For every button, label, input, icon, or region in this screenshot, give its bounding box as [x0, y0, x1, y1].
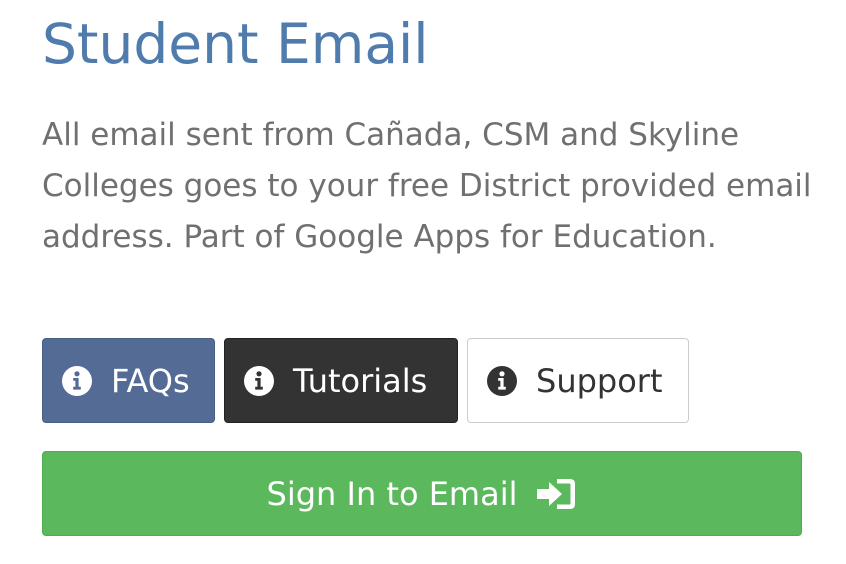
tutorials-button-label: Tutorials	[293, 361, 428, 400]
support-button[interactable]: Support	[467, 338, 689, 423]
resource-buttons: FAQs Tutorials Support	[42, 338, 689, 423]
student-email-panel: Student Email All email sent from Cañada…	[0, 0, 846, 564]
faqs-button-label: FAQs	[111, 361, 190, 400]
info-circle-icon	[243, 365, 275, 397]
page-title: Student Email	[42, 12, 429, 76]
info-circle-icon	[61, 365, 93, 397]
tutorials-button[interactable]: Tutorials	[224, 338, 458, 423]
support-button-label: Support	[536, 361, 663, 400]
sign-in-icon	[535, 476, 577, 512]
info-circle-icon	[486, 365, 518, 397]
description-text: All email sent from Cañada, CSM and Skyl…	[42, 117, 812, 255]
sign-in-email-button[interactable]: Sign In to Email	[42, 451, 802, 536]
sign-in-button-label: Sign In to Email	[266, 474, 518, 513]
faqs-button[interactable]: FAQs	[42, 338, 215, 423]
